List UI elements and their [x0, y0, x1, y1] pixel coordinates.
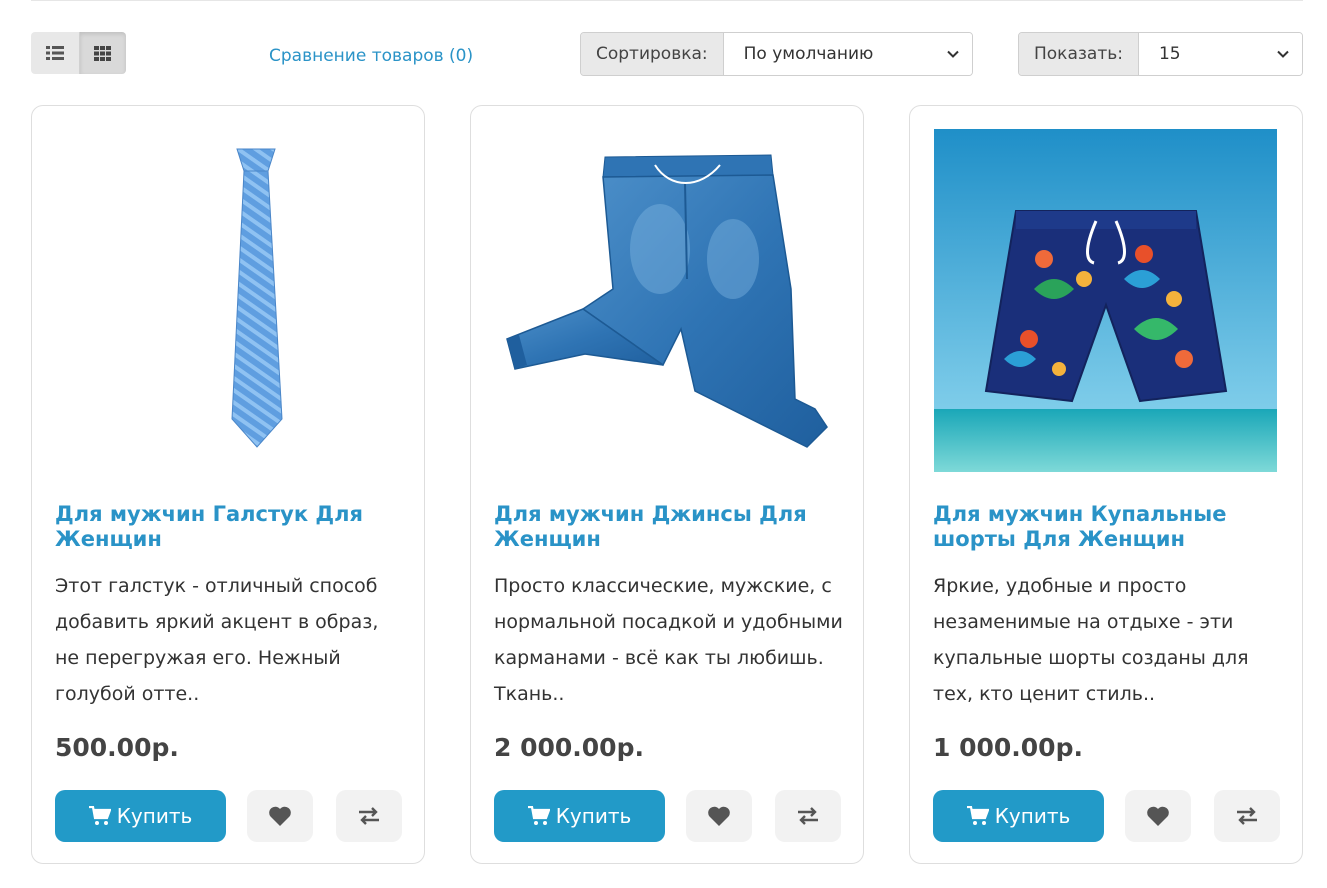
product-description: Этот галстук - отличный способ добавить …	[55, 575, 379, 705]
denim-jeans-image	[495, 129, 838, 472]
add-to-wishlist-button[interactable]	[247, 790, 313, 842]
product-image-link[interactable]	[934, 129, 1277, 472]
heart-icon	[269, 806, 291, 826]
sort-label: Сортировка:	[581, 33, 724, 75]
add-to-compare-button[interactable]	[1214, 790, 1280, 842]
list-view-button[interactable]	[31, 32, 79, 74]
product-price: 1 000.00р.	[933, 733, 1083, 762]
chevron-down-icon	[947, 50, 959, 58]
product-image-link[interactable]	[495, 129, 838, 472]
product-title[interactable]: Для мужчин Галстук Для Женщин	[55, 502, 400, 552]
top-divider	[31, 0, 1303, 1]
product-description: Яркие, удобные и просто незаменимые на о…	[933, 575, 1249, 705]
product-price: 2 000.00р.	[494, 733, 644, 762]
product-price: 500.00р.	[55, 733, 179, 762]
limit-control: Показать: 15	[1018, 32, 1303, 76]
add-to-compare-button[interactable]	[775, 790, 841, 842]
buy-button-label: Купить	[555, 804, 632, 828]
view-toggle	[31, 32, 126, 74]
heart-icon	[1147, 806, 1169, 826]
sort-select-value: По умолчанию	[743, 44, 874, 64]
add-to-wishlist-button[interactable]	[1125, 790, 1191, 842]
chevron-down-icon	[1277, 50, 1289, 58]
sort-select[interactable]: По умолчанию	[723, 33, 972, 75]
product-compare-link[interactable]: Сравнение товаров (0)	[269, 46, 473, 66]
exchange-icon	[1237, 807, 1257, 825]
limit-select-value: 15	[1158, 44, 1181, 64]
list-icon	[45, 46, 64, 60]
add-to-wishlist-button[interactable]	[686, 790, 752, 842]
product-title[interactable]: Для мужчин Джинсы Для Женщин	[494, 502, 839, 552]
cart-icon	[88, 806, 111, 825]
product-card: Для мужчин Джинсы Для Женщин Просто клас…	[470, 105, 864, 864]
buy-button-label: Купить	[994, 804, 1071, 828]
buy-button[interactable]: Купить	[55, 790, 226, 842]
product-title[interactable]: Для мужчин Купальные шорты Для Женщин	[933, 502, 1278, 552]
add-to-compare-button[interactable]	[336, 790, 402, 842]
grid-view-button[interactable]	[78, 32, 126, 74]
heart-icon	[708, 806, 730, 826]
product-description: Просто классические, мужские, с нормальн…	[494, 575, 843, 705]
product-image-link[interactable]	[56, 129, 399, 472]
blue-tie-image	[56, 129, 399, 472]
buy-button-label: Купить	[116, 804, 193, 828]
exchange-icon	[798, 807, 818, 825]
grid-icon	[94, 45, 112, 61]
cart-icon	[527, 806, 550, 825]
limit-label: Показать:	[1019, 33, 1139, 75]
sort-control: Сортировка: По умолчанию	[580, 32, 973, 76]
product-card: Для мужчин Галстук Для Женщин Этот галст…	[31, 105, 425, 864]
swim-shorts-image	[934, 129, 1277, 472]
buy-button[interactable]: Купить	[494, 790, 665, 842]
exchange-icon	[359, 807, 379, 825]
product-card: Для мужчин Купальные шорты Для Женщин Яр…	[909, 105, 1303, 864]
limit-select[interactable]: 15	[1138, 33, 1302, 75]
cart-icon	[966, 806, 989, 825]
buy-button[interactable]: Купить	[933, 790, 1104, 842]
